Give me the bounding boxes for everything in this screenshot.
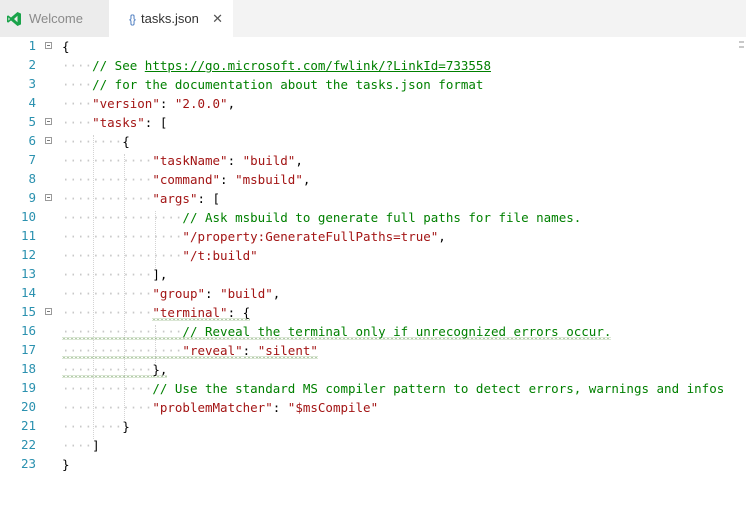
code-line-16: ················// Reveal the terminal o… xyxy=(62,324,612,339)
line-number: 19 xyxy=(20,380,36,395)
line-number: 22 xyxy=(20,437,36,452)
overview-ruler-mark xyxy=(739,46,744,48)
code-line-20: ············"problemMatcher": "$msCompil… xyxy=(62,400,379,415)
code-line-13: ············], xyxy=(62,267,168,282)
line-number: 7 xyxy=(28,152,36,167)
documentation-link[interactable]: https://go.microsoft.com/fwlink/?LinkId=… xyxy=(145,58,491,73)
code-line-14: ············"group": "build", xyxy=(62,286,281,301)
code-line-1: { xyxy=(62,39,70,54)
line-number: 1 xyxy=(28,38,36,53)
line-number: 14 xyxy=(20,285,36,300)
line-number: 5 xyxy=(28,114,36,129)
fold-icon[interactable] xyxy=(45,137,52,144)
code-editor[interactable]: 1 2 3 4 5 6 7 8 9 10 11 12 13 14 15 16 17 18 19 20 21 22 23 { … xyxy=(0,37,746,514)
tab-welcome[interactable]: Welcome xyxy=(0,0,109,37)
fold-icon[interactable] xyxy=(45,42,52,49)
line-number: 10 xyxy=(20,209,36,224)
line-number: 9 xyxy=(28,190,36,205)
line-number: 8 xyxy=(28,171,36,186)
line-number: 15 xyxy=(20,304,36,319)
fold-icon[interactable] xyxy=(45,308,52,315)
warning-squiggle: "terminal" xyxy=(152,305,228,320)
line-number: 2 xyxy=(28,57,36,72)
code-line-9: ············"args": [ xyxy=(62,191,221,206)
code-line-21: ········} xyxy=(62,419,130,434)
code-line-23: } xyxy=(62,457,70,472)
code-line-12: ················"/t:build" xyxy=(62,248,258,263)
code-line-5: ····"tasks": [ xyxy=(62,115,168,130)
line-number: 3 xyxy=(28,76,36,91)
code-line-8: ············"command": "msbuild", xyxy=(62,172,311,187)
line-number: 4 xyxy=(28,95,36,110)
line-number: 16 xyxy=(20,323,36,338)
code-line-15: ············"terminal": { xyxy=(62,305,251,320)
overview-ruler-mark xyxy=(739,41,744,43)
fold-icon[interactable] xyxy=(45,194,52,201)
visual-studio-icon xyxy=(6,11,22,27)
close-icon[interactable]: ✕ xyxy=(212,11,223,27)
tab-tasks-json[interactable]: {} tasks.json ✕ xyxy=(109,0,233,37)
code-line-22: ····] xyxy=(62,438,100,453)
code-line-7: ············"taskName": "build", xyxy=(62,153,303,168)
json-braces-icon: {} xyxy=(129,11,136,26)
line-number: 18 xyxy=(20,361,36,376)
line-number: 23 xyxy=(20,456,36,471)
code-line-4: ····"version": "2.0.0", xyxy=(62,96,236,111)
line-number: 6 xyxy=(28,133,36,148)
vertical-scrollbar[interactable] xyxy=(732,37,746,514)
fold-icon[interactable] xyxy=(45,118,52,125)
tab-welcome-label: Welcome xyxy=(29,11,83,26)
code-line-10: ················// Ask msbuild to genera… xyxy=(62,210,582,225)
warning-squiggle: // Reveal the terminal only if unrecogni… xyxy=(182,324,612,339)
editor-tab-bar: Welcome {} tasks.json ✕ xyxy=(0,0,746,37)
code-line-18: ············}, xyxy=(62,362,168,377)
line-number: 21 xyxy=(20,418,36,433)
line-number: 13 xyxy=(20,266,36,281)
line-number: 12 xyxy=(20,247,36,262)
code-line-3: ····// for the documentation about the t… xyxy=(62,77,484,92)
line-number: 17 xyxy=(20,342,36,357)
code-line-19: ············// Use the standard MS compi… xyxy=(62,381,725,396)
line-number: 11 xyxy=(20,228,36,243)
code-line-17: ················"reveal": "silent" xyxy=(62,343,318,358)
code-line-2: ····// See https://go.microsoft.com/fwli… xyxy=(62,58,491,73)
code-line-6: ········{ xyxy=(62,134,130,149)
code-line-11: ················"/property:GenerateFullP… xyxy=(62,229,446,244)
line-number: 20 xyxy=(20,399,36,414)
tab-tasks-json-label: tasks.json xyxy=(141,11,199,26)
